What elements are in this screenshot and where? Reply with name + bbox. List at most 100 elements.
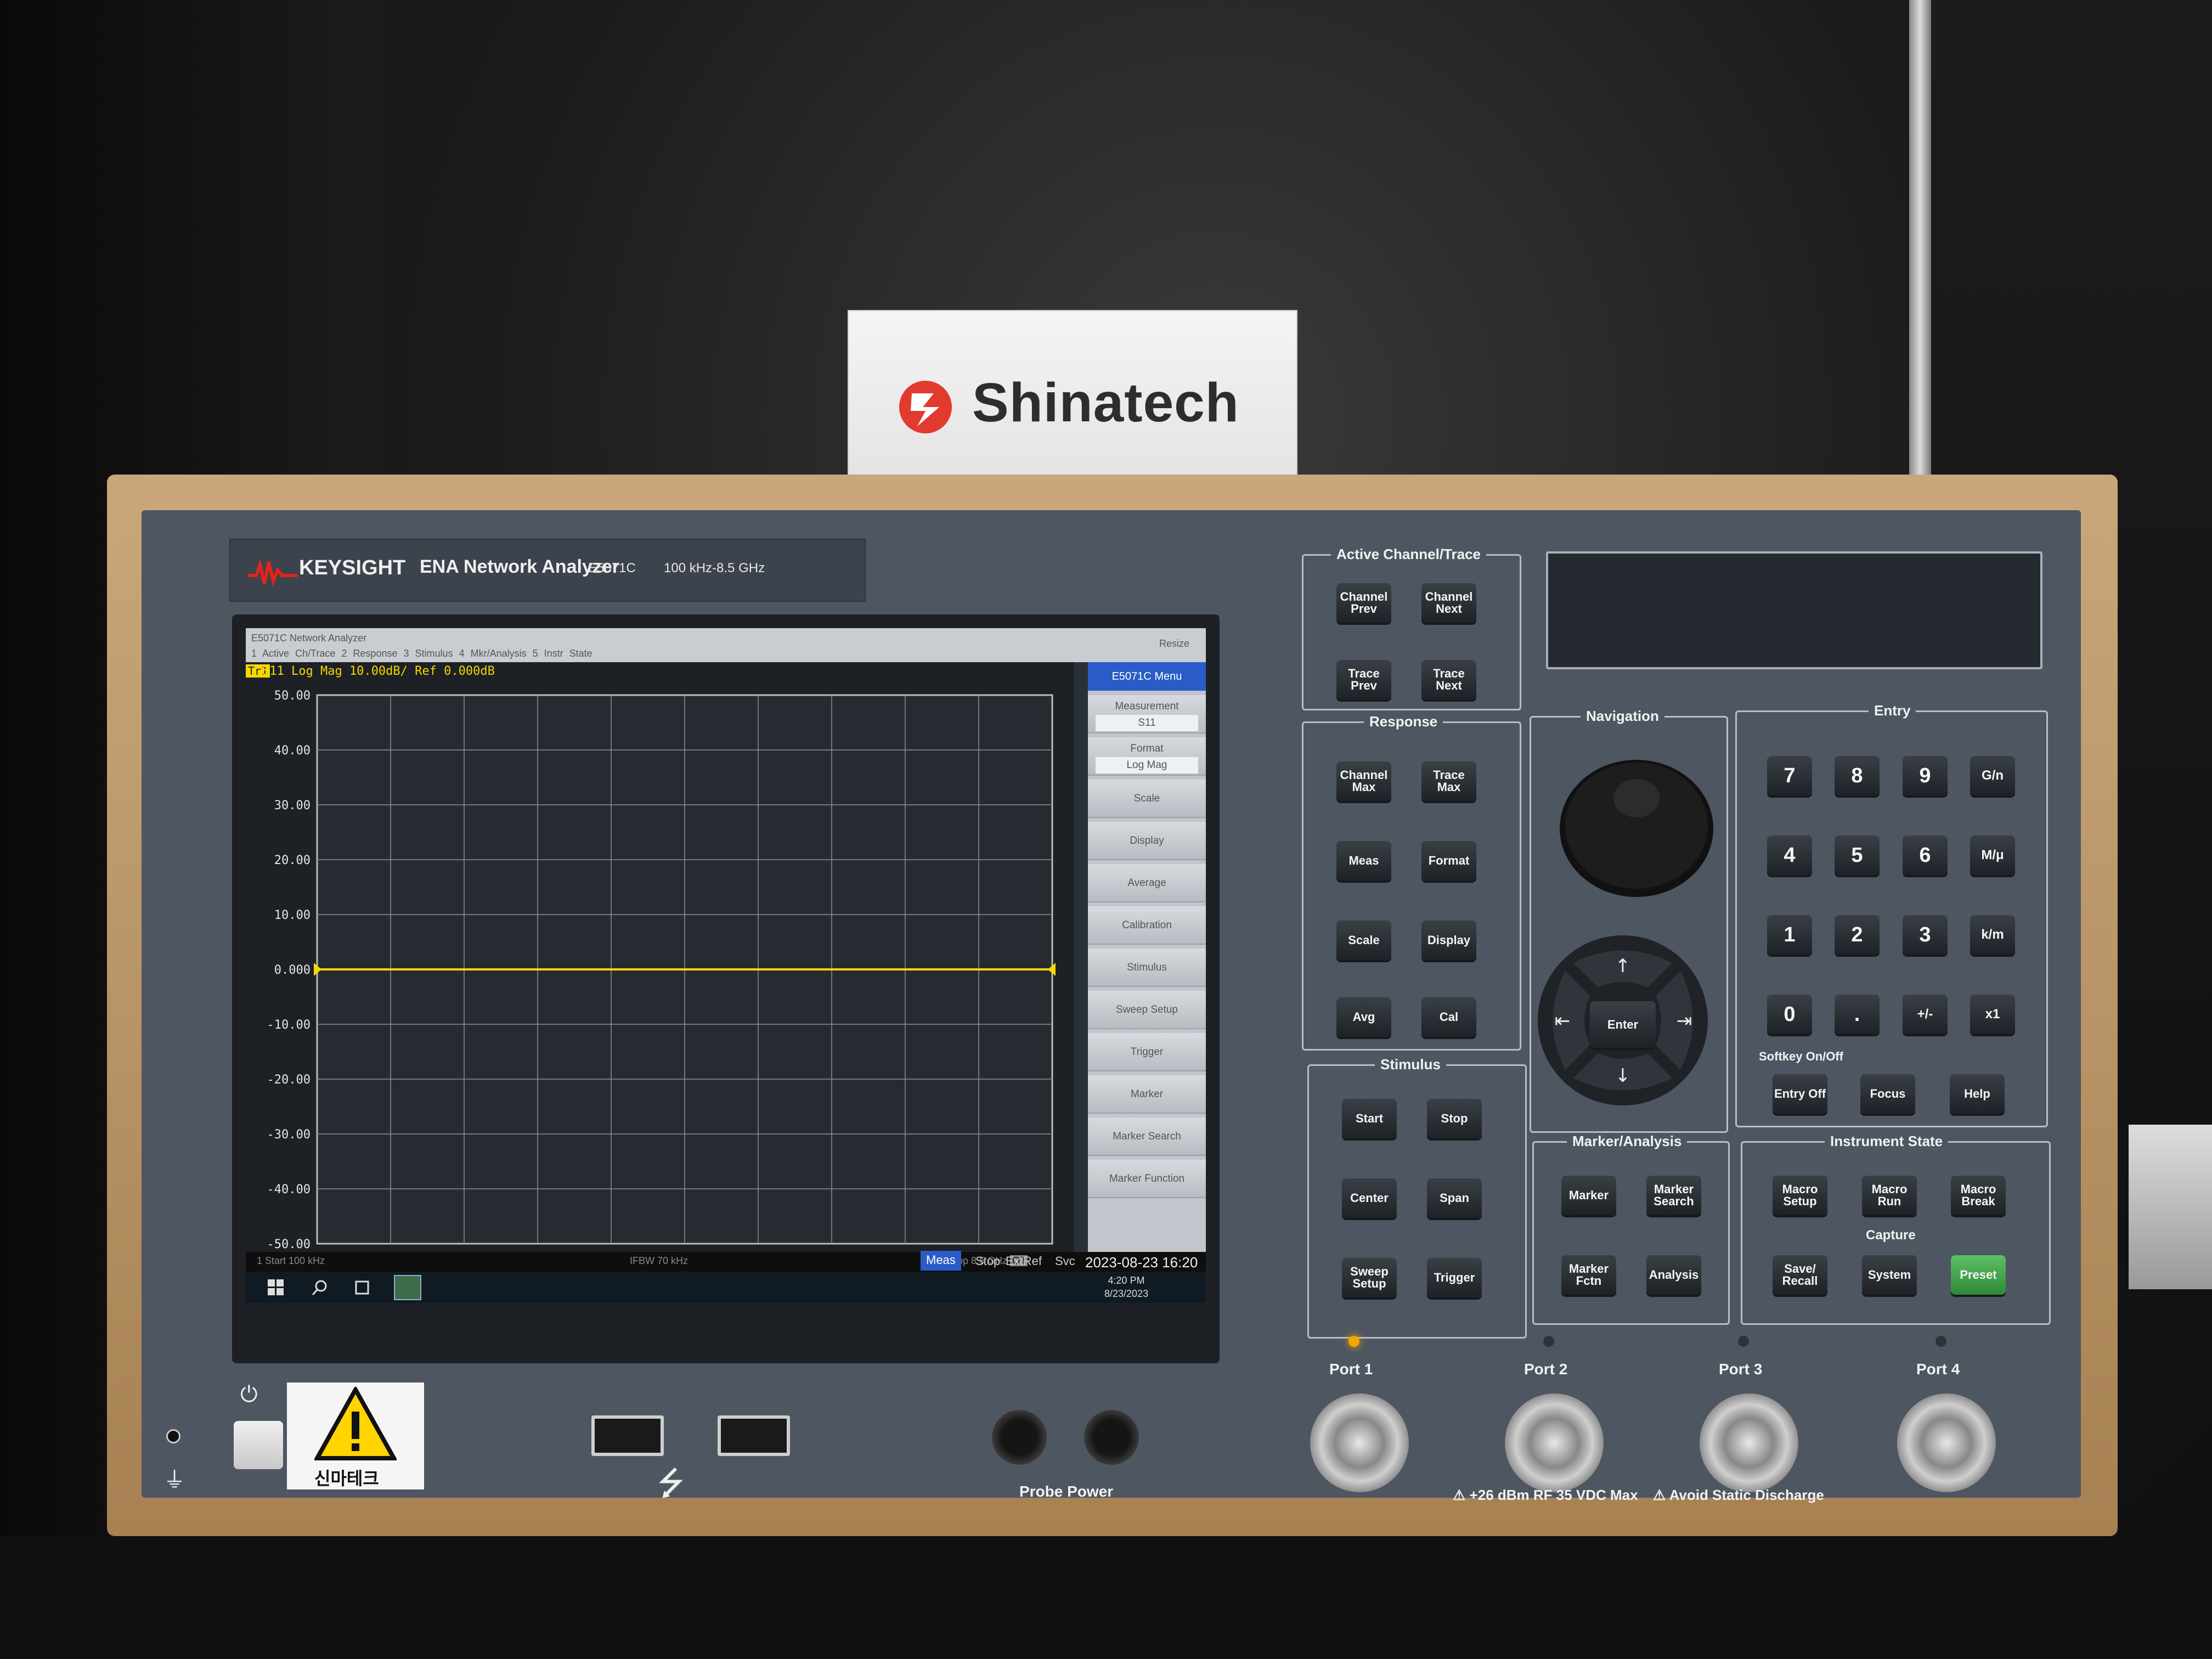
softkey-stimulus[interactable]: Stimulus xyxy=(1088,949,1206,987)
softkey-scale[interactable]: Scale xyxy=(1088,780,1206,818)
center-button[interactable]: Center xyxy=(1342,1178,1397,1218)
rotary-knob[interactable] xyxy=(1554,752,1719,897)
marker-button[interactable]: Marker xyxy=(1561,1176,1616,1215)
menu-item-mkr-analysis[interactable]: 4 Mkr/Analysis xyxy=(459,648,527,659)
key-2[interactable]: 2 xyxy=(1835,915,1880,955)
port4-connector[interactable] xyxy=(1897,1393,1996,1492)
svg-text:⇤: ⇤ xyxy=(1555,1010,1571,1032)
port1-connector[interactable] xyxy=(1310,1393,1409,1492)
network-analyzer-app-icon[interactable] xyxy=(394,1275,421,1300)
trace-max-button[interactable]: Trace Max xyxy=(1421,761,1476,801)
focus-button[interactable]: Focus xyxy=(1860,1074,1915,1114)
menu-item-response[interactable]: 2 Response xyxy=(341,648,397,659)
windows-start-icon[interactable] xyxy=(268,1279,284,1296)
key-decimal[interactable]: . xyxy=(1835,995,1880,1034)
media-slot-cover xyxy=(1546,551,2042,669)
status-ifbw: IFBW 70 kHz xyxy=(630,1255,689,1266)
probe-power-label: Probe Power xyxy=(1019,1483,1114,1500)
macro-setup-button[interactable]: Macro Setup xyxy=(1773,1176,1827,1215)
y-tick-label: 30.00 xyxy=(274,799,311,812)
softkey-average[interactable]: Average xyxy=(1088,864,1206,902)
marker-search-button[interactable]: Marker Search xyxy=(1646,1176,1701,1215)
sweep-setup-button[interactable]: Sweep Setup xyxy=(1342,1258,1397,1297)
key-3[interactable]: 3 xyxy=(1903,915,1948,955)
softkey-marker[interactable]: Marker xyxy=(1088,1075,1206,1114)
key-m-u[interactable]: M/μ xyxy=(1970,836,2015,875)
stop-button[interactable]: Stop xyxy=(1427,1099,1482,1138)
help-button[interactable]: Help xyxy=(1950,1074,2005,1114)
usb-port-2[interactable] xyxy=(718,1415,790,1456)
softkey-format[interactable]: Format Log Mag xyxy=(1088,737,1206,776)
softkey-trigger[interactable]: Trigger xyxy=(1088,1033,1206,1071)
menu-item-stimulus[interactable]: 3 Stimulus xyxy=(404,648,453,659)
port4-led xyxy=(1936,1336,1946,1347)
key-plus-minus[interactable]: +/- xyxy=(1903,995,1948,1034)
static-warning: ⚠ Avoid Static Discharge xyxy=(1653,1487,1824,1503)
display-button[interactable]: Display xyxy=(1421,921,1476,960)
softkey-measurement[interactable]: Measurement S11 xyxy=(1088,695,1206,733)
y-tick-label: 20.00 xyxy=(274,854,311,867)
window-title: E5071C Network Analyzer xyxy=(251,633,367,644)
key-5[interactable]: 5 xyxy=(1835,836,1880,875)
power-button[interactable] xyxy=(234,1421,283,1469)
softkey-display[interactable]: Display xyxy=(1088,822,1206,860)
probe-power-port-2[interactable] xyxy=(1084,1410,1139,1465)
y-tick-label: -40.00 xyxy=(267,1183,311,1197)
port3-connector[interactable] xyxy=(1700,1393,1798,1492)
trace-next-button[interactable]: Trace Next xyxy=(1421,660,1476,699)
resize-button[interactable]: Resize xyxy=(1159,638,1189,650)
start-button[interactable]: Start xyxy=(1342,1099,1397,1138)
key-8[interactable]: 8 xyxy=(1835,756,1880,795)
softkey-marker-function[interactable]: Marker Function xyxy=(1088,1160,1206,1198)
ground-terminal[interactable] xyxy=(166,1429,180,1443)
usb-port-1[interactable] xyxy=(591,1415,664,1456)
menu-item-instr-state[interactable]: 5 Instr State xyxy=(533,648,592,659)
format-button[interactable]: Format xyxy=(1421,841,1476,881)
softkey-calibration[interactable]: Calibration xyxy=(1088,906,1206,945)
meas-button[interactable]: Meas xyxy=(1336,841,1391,881)
trace-prev-button[interactable]: Trace Prev xyxy=(1336,660,1391,699)
softkey-value: S11 xyxy=(1096,715,1198,731)
entry-off-button[interactable]: Entry Off xyxy=(1773,1074,1827,1114)
frequency-range: 100 kHz-8.5 GHz xyxy=(664,561,765,575)
channel-max-button[interactable]: Channel Max xyxy=(1336,761,1391,801)
key-0[interactable]: 0 xyxy=(1767,995,1812,1034)
key-k-m[interactable]: k/m xyxy=(1970,915,2015,955)
key-x1[interactable]: x1 xyxy=(1970,995,2015,1034)
task-view-icon[interactable] xyxy=(353,1279,371,1296)
scale-button[interactable]: Scale xyxy=(1336,921,1391,960)
preset-button[interactable]: Preset xyxy=(1951,1255,2006,1295)
marker-fctn-button[interactable]: Marker Fctn xyxy=(1561,1255,1616,1295)
trace-plot: 50.00 40.00 30.00 20.00 10.00 0.000 -10.00 -20.… xyxy=(246,662,1074,1252)
softkey-menu: E5071C Menu Measurement S11 Format Log Mag S… xyxy=(1088,662,1206,1252)
key-6[interactable]: 6 xyxy=(1903,836,1948,875)
search-icon[interactable] xyxy=(312,1279,328,1296)
trigger-button[interactable]: Trigger xyxy=(1427,1258,1482,1297)
key-4[interactable]: 4 xyxy=(1767,836,1812,875)
span-button[interactable]: Span xyxy=(1427,1178,1482,1218)
avg-button[interactable]: Avg xyxy=(1336,997,1391,1037)
port2-connector[interactable] xyxy=(1505,1393,1604,1492)
brand-name: KEYSIGHT xyxy=(299,556,406,579)
softkey-sweep-setup[interactable]: Sweep Setup xyxy=(1088,991,1206,1029)
enter-button[interactable]: Enter xyxy=(1590,1001,1656,1048)
softkey-marker-search[interactable]: Marker Search xyxy=(1088,1118,1206,1156)
analysis-button[interactable]: Analysis xyxy=(1646,1255,1701,1295)
power-standby-icon: ⏻ xyxy=(240,1383,258,1407)
key-7[interactable]: 7 xyxy=(1767,756,1812,795)
port1-label: Port 1 xyxy=(1329,1361,1373,1378)
key-1[interactable]: 1 xyxy=(1767,915,1812,955)
cal-button[interactable]: Cal xyxy=(1421,997,1476,1037)
macro-break-button[interactable]: Macro Break xyxy=(1951,1176,2006,1215)
save-recall-button[interactable]: Save/ Recall xyxy=(1773,1255,1827,1295)
system-button[interactable]: System xyxy=(1862,1255,1917,1295)
menu-item-active-ch[interactable]: 1 Active Ch/Trace xyxy=(251,648,335,659)
key-g-n[interactable]: G/n xyxy=(1970,756,2015,795)
section-title-navigation: Navigation xyxy=(1581,708,1664,725)
channel-next-button[interactable]: Channel Next xyxy=(1421,583,1476,623)
key-9[interactable]: 9 xyxy=(1903,756,1948,795)
macro-run-button[interactable]: Macro Run xyxy=(1862,1176,1917,1215)
probe-power-port-1[interactable] xyxy=(992,1410,1047,1465)
y-tick-label: -50.00 xyxy=(267,1238,311,1251)
channel-prev-button[interactable]: Channel Prev xyxy=(1336,583,1391,623)
